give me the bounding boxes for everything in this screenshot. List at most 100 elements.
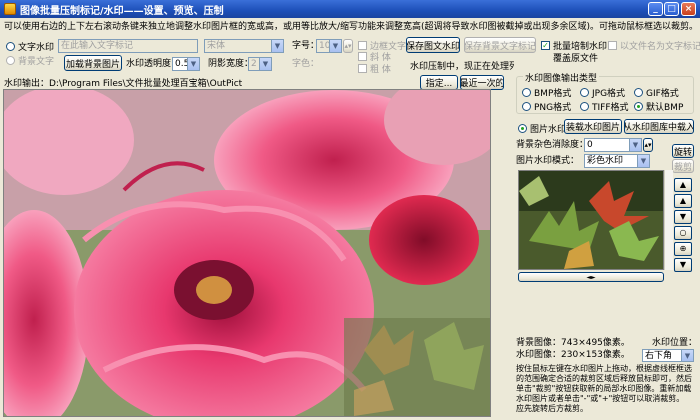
checkbox-box xyxy=(358,52,367,61)
specify-path-button[interactable]: 指定... xyxy=(420,75,458,90)
gif-format-radio[interactable]: GIF格式 xyxy=(634,86,679,99)
opacity-select[interactable]: 0.5 ▼ xyxy=(172,57,200,71)
shadow-width-label: 阴影宽度： xyxy=(208,59,254,69)
text-watermark-label: 文字水印 xyxy=(18,43,55,53)
position-select[interactable]: 右下角 ▼ xyxy=(642,349,694,362)
load-from-library-button[interactable]: 从水印图库中载入 xyxy=(624,119,694,134)
crop-help-text: 按住鼠标左键在水印图片上拖动，根据虚线框框选的范围确定合适的裁剪区域后释放鼠标即… xyxy=(516,364,692,413)
chevron-down-icon: ▼ xyxy=(681,350,693,361)
font-select[interactable]: 宋体 ▼ xyxy=(204,39,284,53)
shrink-down-button[interactable]: ▼ xyxy=(674,258,692,272)
checkbox-box xyxy=(358,41,367,50)
bg-noise-label: 背景杂色消除度： xyxy=(516,140,589,150)
maximize-button[interactable]: □ xyxy=(664,2,679,16)
font-value: 宋体 xyxy=(207,41,226,51)
background-text-radio[interactable]: 背景文字 xyxy=(6,54,54,67)
tiff-format-label: TIFF格式 xyxy=(592,103,629,113)
gif-format-label: GIF格式 xyxy=(646,89,679,99)
maple-leaves-image xyxy=(519,171,663,269)
recent-path-button[interactable]: 最近一次的 xyxy=(460,75,504,90)
tiff-format-radio[interactable]: TIFF格式 xyxy=(580,100,629,113)
enlarge-up-button[interactable]: ▲ xyxy=(674,194,692,208)
chevron-down-icon: ▼ xyxy=(629,139,641,151)
watermark-preview[interactable] xyxy=(3,89,491,417)
thumbnail-scrollbar[interactable] xyxy=(664,170,673,270)
output-type-title: 水印图像输出类型 xyxy=(523,71,600,84)
png-format-radio[interactable]: PNG格式 xyxy=(522,100,571,113)
bg-noise-value: 0 xyxy=(587,140,593,150)
image-watermark-label: 图片水印 xyxy=(530,125,567,135)
load-watermark-image-button[interactable]: 装载水印图片 xyxy=(564,119,622,134)
progress-status: 水印压制中，现正在处理列表中的第0条，还剩 1条等候处理，请稍候...... xyxy=(410,62,514,72)
load-background-image-button[interactable]: 加载背景图片 xyxy=(64,55,122,71)
move-up-button[interactable]: ▲ xyxy=(674,178,692,192)
watermark-size-value: 230×153像素。 xyxy=(561,350,630,360)
crop-button[interactable]: 裁剪 xyxy=(672,159,694,173)
title-bar: 图像批量压制标记/水印——设置、预览、压制 _ □ × xyxy=(0,0,700,18)
position-label: 水印位置： xyxy=(652,338,698,348)
watermark-text-input[interactable]: 在此输入文字标记 xyxy=(58,39,198,53)
png-format-label: PNG格式 xyxy=(534,103,572,113)
reset-button[interactable]: ○ xyxy=(674,226,692,240)
background-size-label: 背景图像：743×495像素。 xyxy=(516,337,630,349)
image-mode-label: 图片水印模式： xyxy=(516,156,580,166)
text-watermark-radio[interactable]: 文字水印 xyxy=(6,40,54,53)
bold-label: 粗 体 xyxy=(370,65,391,75)
chevron-down-icon: ▼ xyxy=(259,58,271,70)
background-size-value: 743×495像素。 xyxy=(561,338,630,348)
zoom-button[interactable]: ⊕ xyxy=(674,242,692,256)
horizontal-adjust-bar[interactable]: ◄► xyxy=(518,272,664,282)
chevron-down-icon: ▼ xyxy=(637,155,649,167)
close-button[interactable]: × xyxy=(681,2,696,16)
image-mode-value: 彩色水印 xyxy=(587,156,624,166)
bold-checkbox[interactable]: 粗 体 xyxy=(358,62,391,75)
font-size-select[interactable]: 10 ▼ xyxy=(316,39,342,53)
filename-mark-label: 以文件名为文字标记 xyxy=(620,42,700,52)
instruction-text: 可以使用右边的上下左右滚动条键来独立地调整水印图片框的宽或高，或用等比放大/缩写… xyxy=(4,22,696,32)
move-down-button[interactable]: ▼ xyxy=(674,210,692,224)
radio-dot xyxy=(522,88,531,97)
checkbox-box xyxy=(358,64,367,73)
minimize-button[interactable]: _ xyxy=(648,2,663,16)
shadow-width-value: 2 xyxy=(251,59,257,69)
chevron-down-icon: ▼ xyxy=(329,40,341,52)
radio-dot xyxy=(634,102,643,111)
position-value: 右下角 xyxy=(645,351,673,361)
radio-dot xyxy=(6,42,15,51)
shadow-width-select[interactable]: 2 ▼ xyxy=(248,57,272,71)
check-icon: ✓ xyxy=(541,41,550,50)
bmp-format-radio[interactable]: BMP格式 xyxy=(522,86,571,99)
filename-mark-checkbox[interactable]: 以文件名为文字标记 xyxy=(608,39,700,52)
image-mode-select[interactable]: 彩色水印 ▼ xyxy=(584,154,650,168)
checkbox-box xyxy=(608,41,617,50)
font-size-spinner[interactable]: ▴▾ xyxy=(343,39,353,53)
save-background-text-button[interactable]: 保存背景文字标记 xyxy=(464,37,536,53)
app-icon xyxy=(4,3,16,15)
radio-dot xyxy=(518,124,527,133)
watermark-size-label: 水印图像：230×153像素。 xyxy=(516,349,630,361)
jpg-format-radio[interactable]: JPG格式 xyxy=(580,86,625,99)
chevron-down-icon: ▼ xyxy=(271,40,283,52)
radio-dot xyxy=(6,56,15,65)
radio-dot xyxy=(522,102,531,111)
overwrite-label: 覆盖原文件 xyxy=(553,54,599,64)
rose-image xyxy=(4,90,490,416)
bg-noise-spinner[interactable]: ▴▾ xyxy=(643,138,653,152)
overwrite-checkbox[interactable]: 覆盖原文件 xyxy=(541,51,598,64)
rotate-button[interactable]: 旋转 xyxy=(672,144,694,158)
default-bmp-label: 默认BMP xyxy=(646,103,684,113)
jpg-format-label: JPG格式 xyxy=(592,89,626,99)
chevron-down-icon: ▼ xyxy=(187,58,199,70)
background-size-title: 背景图像： xyxy=(516,338,562,348)
default-bmp-radio[interactable]: 默认BMP xyxy=(634,100,683,113)
bmp-format-label: BMP格式 xyxy=(534,89,572,99)
image-watermark-radio[interactable]: 图片水印 xyxy=(518,122,566,135)
radio-dot xyxy=(634,88,643,97)
watermark-thumbnail[interactable] xyxy=(518,170,664,270)
radio-dot xyxy=(580,102,589,111)
bg-noise-select[interactable]: 0 ▼ xyxy=(584,138,642,152)
font-color-label: 字色： xyxy=(292,59,320,69)
radio-dot xyxy=(580,88,589,97)
save-text-watermark-button[interactable]: 保存图文水印 xyxy=(406,37,460,53)
background-text-label: 背景文字 xyxy=(18,57,55,67)
